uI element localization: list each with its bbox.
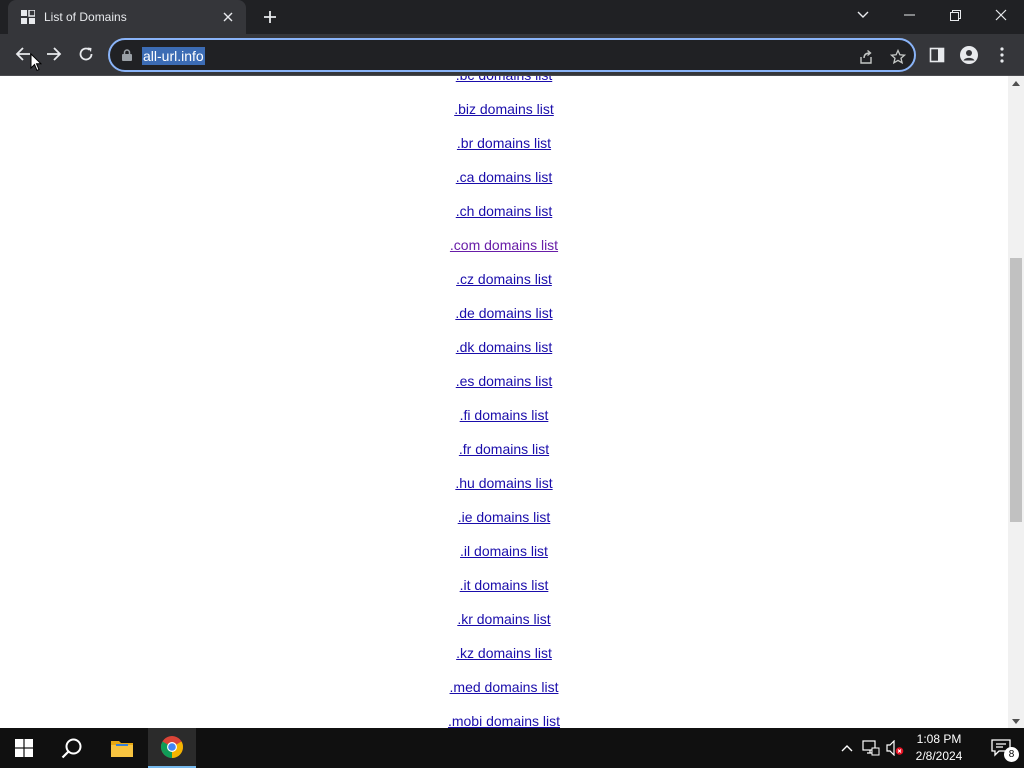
menu-kebab-icon[interactable] (988, 41, 1016, 69)
search-icon (61, 738, 82, 759)
new-tab-button[interactable] (256, 4, 284, 30)
windows-taskbar: 1:08 PM 2/8/2024 8 (0, 728, 1024, 768)
restore-button[interactable] (932, 0, 978, 30)
list-item: .dk domains list (0, 339, 1008, 373)
domain-list-link[interactable]: .ie domains list (458, 509, 551, 525)
list-item: .com domains list (0, 237, 1008, 271)
domain-list-link[interactable]: .mobi domains list (448, 713, 560, 728)
bookmark-star-icon[interactable] (886, 45, 910, 69)
mouse-cursor-icon (30, 53, 42, 72)
lock-icon[interactable] (120, 48, 134, 62)
list-item: .fi domains list (0, 407, 1008, 441)
tab-list-of-domains[interactable]: List of Domains (8, 0, 246, 34)
list-item: .fr domains list (0, 441, 1008, 475)
domain-list-link[interactable]: .il domains list (460, 543, 548, 559)
domain-list-link[interactable]: .ca domains list (456, 169, 552, 185)
list-item: .br domains list (0, 135, 1008, 169)
volume-muted-icon[interactable] (884, 728, 906, 768)
domain-list-link[interactable]: .med domains list (450, 679, 559, 695)
scroll-up-arrow-icon[interactable] (1008, 76, 1024, 90)
profile-avatar-icon[interactable] (955, 41, 983, 69)
network-icon[interactable] (860, 728, 882, 768)
list-item: .kz domains list (0, 645, 1008, 679)
address-bar[interactable]: all-url.info (108, 38, 916, 72)
domain-list-link[interactable]: .hu domains list (455, 475, 552, 491)
share-icon[interactable] (854, 45, 878, 69)
system-clock[interactable]: 1:08 PM 2/8/2024 (906, 731, 972, 765)
minimize-button[interactable] (886, 0, 932, 30)
list-item: .med domains list (0, 679, 1008, 713)
clock-date: 2/8/2024 (915, 749, 963, 763)
search-button[interactable] (48, 728, 96, 768)
list-item: .mobi domains list (0, 713, 1008, 728)
tab-title: List of Domains (44, 10, 127, 24)
domain-list-link[interactable]: .kr domains list (457, 611, 550, 627)
scroll-down-arrow-icon[interactable] (1008, 714, 1024, 728)
close-tab-icon[interactable] (214, 3, 242, 31)
list-item: .kr domains list (0, 611, 1008, 645)
clock-time: 1:08 PM (916, 732, 962, 746)
list-item: .it domains list (0, 577, 1008, 611)
list-item: .biz domains list (0, 101, 1008, 135)
tab-strip: List of Domains (0, 0, 1024, 34)
domain-list-link[interactable]: .fi domains list (460, 407, 549, 423)
forward-button[interactable] (39, 39, 69, 69)
url-text[interactable]: all-url.info (142, 47, 205, 65)
show-hidden-icons-chevron-icon[interactable] (836, 728, 858, 768)
vertical-scrollbar[interactable] (1008, 76, 1024, 728)
domain-list-link[interactable]: .biz domains list (454, 101, 554, 117)
domain-list-link[interactable]: .ch domains list (456, 203, 552, 219)
list-item: .hu domains list (0, 475, 1008, 509)
list-item: .cz domains list (0, 271, 1008, 305)
chrome-icon (161, 736, 183, 758)
list-item: .ie domains list (0, 509, 1008, 543)
side-panel-icon[interactable] (923, 41, 951, 69)
list-item: .bc domains list (0, 76, 1008, 101)
list-item: .ch domains list (0, 203, 1008, 237)
domain-list-link[interactable]: .br domains list (457, 135, 551, 151)
domain-list-link[interactable]: .es domains list (456, 373, 552, 389)
domain-list-link[interactable]: .dk domains list (456, 339, 552, 355)
list-item: .il domains list (0, 543, 1008, 577)
domain-list-link[interactable]: .com domains list (450, 237, 558, 253)
tab-search-chevron-icon[interactable] (840, 0, 886, 30)
action-center-button[interactable]: 8 (978, 728, 1024, 768)
scrollbar-thumb[interactable] (1010, 258, 1022, 522)
chrome-taskbar-button[interactable] (148, 728, 196, 768)
close-window-button[interactable] (978, 0, 1024, 30)
start-button[interactable] (0, 728, 48, 768)
page-viewport: .bc domains list .biz domains list .br dom… (0, 76, 1008, 728)
windows-logo-icon (15, 739, 33, 757)
domain-list-link[interactable]: .de domains list (455, 305, 552, 321)
list-item: .ca domains list (0, 169, 1008, 203)
domain-list: .bc domains list .biz domains list .br dom… (0, 76, 1008, 728)
domain-list-link[interactable]: .cz domains list (456, 271, 552, 287)
notification-count-badge: 8 (1004, 747, 1019, 762)
domain-list-link[interactable]: .kz domains list (456, 645, 552, 661)
browser-toolbar: all-url.info (0, 34, 1024, 76)
folder-icon (111, 741, 133, 757)
file-explorer-button[interactable] (98, 728, 146, 768)
list-item: .es domains list (0, 373, 1008, 407)
domain-list-link[interactable]: .it domains list (460, 577, 549, 593)
reload-button[interactable] (71, 39, 101, 69)
domain-list-link[interactable]: .bc domains list (456, 76, 552, 83)
domain-list-link[interactable]: .fr domains list (459, 441, 549, 457)
list-item: .de domains list (0, 305, 1008, 339)
site-favicon-icon (20, 9, 36, 25)
